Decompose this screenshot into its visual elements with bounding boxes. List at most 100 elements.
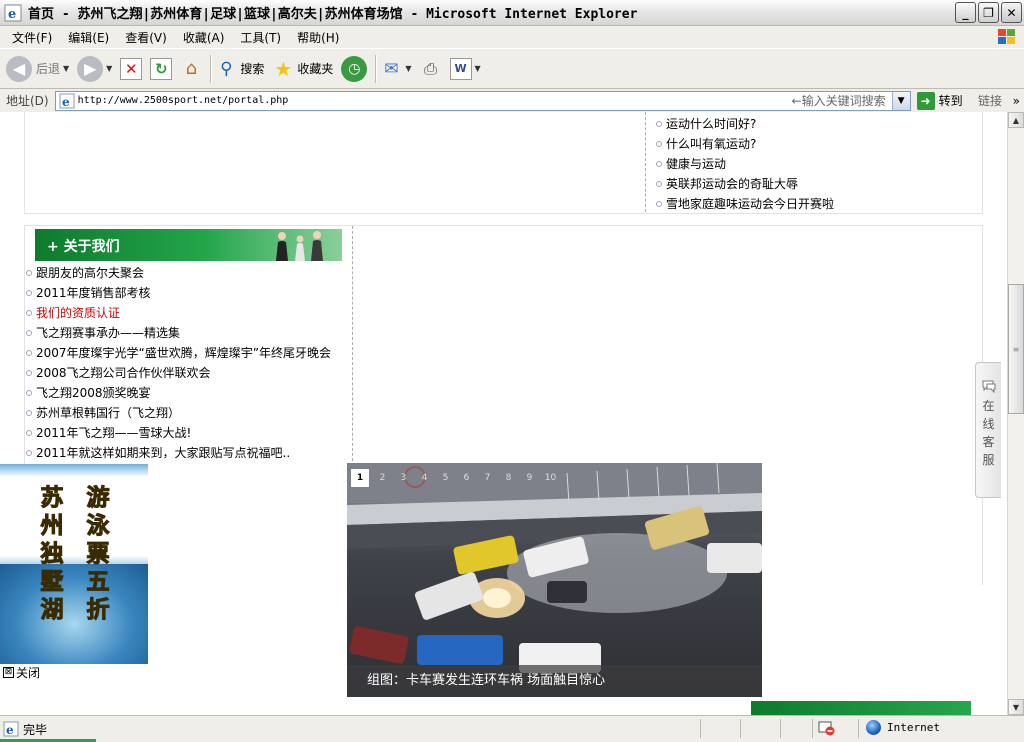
toolbar: ◀ 后退 ▼ ▶ ▼ ✕ ↻ ⌂ ⚲ 搜索 ★ 收藏夹 ◷ ✉ ▼ ⎙ W ▼ xyxy=(0,48,1024,88)
keyword-search-hint[interactable]: ←输入关键词搜索 xyxy=(792,92,886,109)
favorites-star-icon: ★ xyxy=(274,56,293,81)
list-item[interactable]: 雪地家庭趣味运动会今日开赛啦 xyxy=(655,194,834,214)
top-content-box: 运动什么时间好? 什么叫有氧运动? 健康与运动 英联邦运动会的奇耻大辱 雪地家庭… xyxy=(24,112,983,214)
floating-ad-banner[interactable]: 苏 州 独 墅 湖 游 泳 票 五 折 xyxy=(0,464,148,664)
mail-button[interactable]: ✉ ▼ xyxy=(380,58,411,80)
list-item[interactable]: 2011年就这样如期来到，大家跟贴写点祝福吧.. xyxy=(25,443,331,463)
service-char: 在 xyxy=(982,399,995,413)
menu-file[interactable]: 文件(F) xyxy=(4,29,60,46)
slide-page-9[interactable]: 9 xyxy=(519,469,540,487)
ad-char: 泳 xyxy=(86,513,110,540)
home-icon: ⌂ xyxy=(185,58,198,79)
home-button[interactable]: ⌂ xyxy=(180,58,202,80)
security-zone[interactable]: Internet xyxy=(866,720,940,735)
menu-help[interactable]: 帮助(H) xyxy=(289,29,347,46)
section-header-bar xyxy=(751,701,971,715)
slide-page-4[interactable]: 4 xyxy=(414,469,435,487)
slide-page-8[interactable]: 8 xyxy=(498,469,519,487)
list-item[interactable]: 2011年飞之翔——雪球大战! xyxy=(25,423,331,443)
slide-page-6[interactable]: 6 xyxy=(456,469,477,487)
slide-page-1[interactable]: 1 xyxy=(351,469,369,487)
slide-page-2[interactable]: 2 xyxy=(372,469,393,487)
search-icon: ⚲ xyxy=(220,58,233,79)
ad-close-button[interactable]: ⊠ 关闭 xyxy=(3,664,40,681)
zone-label: Internet xyxy=(887,721,940,734)
list-item[interactable]: 飞之翔2008颁奖晚宴 xyxy=(25,383,331,403)
list-item[interactable]: 苏州草根韩国行（飞之翔） xyxy=(25,403,331,423)
address-dropdown-icon[interactable]: ▼ xyxy=(891,91,910,110)
forward-arrow-icon: ▶ xyxy=(77,55,104,82)
toolbar-separator xyxy=(210,54,212,83)
list-item[interactable]: 跟朋友的高尔夫聚会 xyxy=(25,263,331,283)
about-header: + 关于我们 xyxy=(35,229,342,261)
vertical-scrollbar[interactable]: ▲ ≡ ▼ xyxy=(1007,112,1024,715)
search-button[interactable]: ⚲ 搜索 xyxy=(215,58,264,80)
refresh-button[interactable]: ↻ xyxy=(150,57,173,80)
slide-page-10[interactable]: 10 xyxy=(540,469,561,487)
menu-view[interactable]: 查看(V) xyxy=(117,29,175,46)
service-char: 客 xyxy=(982,435,995,449)
ad-background xyxy=(0,464,148,572)
list-item[interactable]: 飞之翔赛事承办——精选集 xyxy=(25,323,331,343)
back-button[interactable]: ◀ 后退 ▼ xyxy=(6,55,69,82)
slide-page-3[interactable]: 3 xyxy=(393,469,414,487)
menu-tools[interactable]: 工具(T) xyxy=(232,29,289,46)
menu-favorites[interactable]: 收藏(A) xyxy=(175,29,233,46)
address-input[interactable]: e http://www.2500sport.net/portal.php ←输… xyxy=(54,90,911,111)
about-title: + 关于我们 xyxy=(47,239,120,255)
scroll-thumb[interactable]: ≡ xyxy=(1008,284,1024,414)
list-item[interactable]: 运动什么时间好? xyxy=(655,114,834,134)
photo-slideshow[interactable]: 1 2 3 4 5 6 7 8 9 10 组图：卡车赛发生连环车祸 场面触目惊心 xyxy=(347,463,762,697)
forward-button[interactable]: ▶ ▼ xyxy=(77,55,112,82)
print-button[interactable]: ⎙ xyxy=(420,58,442,80)
status-divider xyxy=(780,719,781,738)
list-item[interactable]: 健康与运动 xyxy=(655,154,834,174)
minimize-button[interactable]: _ xyxy=(955,2,976,23)
links-button[interactable]: 链接 xyxy=(978,92,1002,109)
stop-icon: ✕ xyxy=(120,57,143,80)
list-item[interactable]: 2011年度销售部考核 xyxy=(25,283,331,303)
service-char: 线 xyxy=(982,417,995,431)
slide-page-7[interactable]: 7 xyxy=(477,469,498,487)
scroll-down-button[interactable]: ▼ xyxy=(1008,699,1024,715)
slide-page-5[interactable]: 5 xyxy=(435,469,456,487)
scroll-up-button[interactable]: ▲ xyxy=(1008,112,1024,128)
list-item-highlighted[interactable]: 我们的资质认证 xyxy=(25,303,331,323)
restore-button[interactable]: ❐ xyxy=(978,2,999,23)
edit-button[interactable]: W ▼ xyxy=(449,57,481,80)
svg-text:e: e xyxy=(8,7,16,22)
edit-dropdown-icon[interactable]: ▼ xyxy=(475,64,481,73)
list-item[interactable]: 英联邦运动会的奇耻大辱 xyxy=(655,174,834,194)
list-item[interactable]: 2007年度璨宇光学“盛世欢腾，辉煌璨宇”年终尾牙晚会 xyxy=(25,343,331,363)
toolbar-separator xyxy=(375,54,377,83)
address-bar: 地址(D) e http://www.2500sport.net/portal.… xyxy=(0,88,1024,112)
forward-dropdown-icon[interactable]: ▼ xyxy=(106,64,112,73)
links-chevron-icon[interactable]: » xyxy=(1013,94,1020,108)
close-button[interactable]: ✕ xyxy=(1001,2,1022,23)
ad-char: 票 xyxy=(86,541,110,568)
ad-char: 州 xyxy=(40,513,64,540)
address-label: 地址(D) xyxy=(6,94,49,108)
back-label: 后退 xyxy=(36,62,61,76)
ad-char: 独 xyxy=(40,541,64,568)
mail-dropdown-icon[interactable]: ▼ xyxy=(405,64,411,73)
go-button[interactable]: ➜ 转到 xyxy=(916,91,963,110)
status-divider xyxy=(858,719,859,738)
online-service-tab[interactable]: 在 线 客 服 xyxy=(975,362,1001,498)
refresh-icon: ↻ xyxy=(150,57,173,80)
history-button[interactable]: ◷ xyxy=(341,55,368,82)
chat-bubble-icon xyxy=(982,380,995,393)
title-bar: e 首页 - 苏州飞之翔|苏州体育|足球|篮球|高尔夫|苏州体育场馆 - Mic… xyxy=(0,0,1024,26)
menu-edit[interactable]: 编辑(E) xyxy=(60,29,117,46)
slide-caption[interactable]: 组图：卡车赛发生连环车祸 场面触目惊心 xyxy=(347,665,762,697)
history-icon: ◷ xyxy=(341,55,368,82)
list-item[interactable]: 2008飞之翔公司合作伙伴联欢会 xyxy=(25,363,331,383)
ad-char: 湖 xyxy=(40,597,64,624)
address-url[interactable]: http://www.2500sport.net/portal.php xyxy=(78,95,289,106)
list-item[interactable]: 什么叫有氧运动? xyxy=(655,134,834,154)
stop-button[interactable]: ✕ xyxy=(120,57,143,80)
favorites-button[interactable]: ★ 收藏夹 xyxy=(272,56,333,81)
popup-blocked-icon[interactable] xyxy=(818,720,836,736)
mail-icon: ✉ xyxy=(384,58,399,79)
back-dropdown-icon[interactable]: ▼ xyxy=(63,64,69,73)
